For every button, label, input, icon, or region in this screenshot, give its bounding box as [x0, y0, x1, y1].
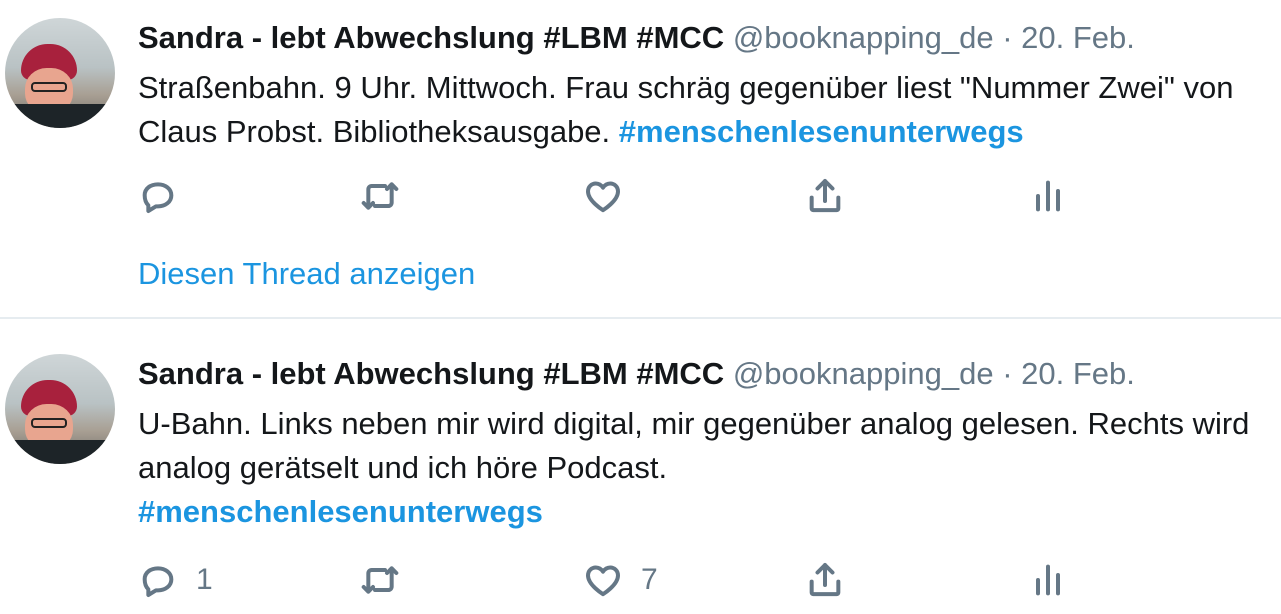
author-name[interactable]: Sandra - lebt Abwechslung #LBM #MCC [138, 20, 724, 55]
share-button[interactable] [805, 176, 845, 216]
avatar[interactable] [5, 354, 115, 464]
separator: · [1002, 20, 1013, 55]
tweet-date[interactable]: 20. Feb. [1021, 356, 1135, 391]
like-icon [586, 565, 620, 597]
tweet-text: U-Bahn. Links neben mir wird digital, mi… [138, 402, 1273, 534]
hashtag-link[interactable]: #menschenlesenunterwegs [138, 494, 543, 529]
retweet-icon [361, 566, 399, 594]
reply-count: 1 [196, 563, 213, 596]
reply-button[interactable] [138, 176, 196, 216]
like-button[interactable]: 7 [583, 560, 658, 600]
show-thread-link[interactable]: Diesen Thread anzeigen [138, 254, 475, 294]
author-handle[interactable]: @booknapping_de [733, 20, 994, 55]
like-count: 7 [641, 563, 658, 596]
author-name[interactable]: Sandra - lebt Abwechslung #LBM #MCC [138, 356, 724, 391]
like-icon [586, 181, 620, 213]
tweet-text: Straßenbahn. 9 Uhr. Mittwoch. Frau schrä… [138, 66, 1273, 154]
reply-icon [142, 182, 174, 213]
share-button[interactable] [805, 560, 845, 600]
tweet-header: Sandra - lebt Abwechslung #LBM #MCC @boo… [138, 18, 1135, 58]
avatar[interactable] [5, 18, 115, 128]
retweet-icon [361, 182, 399, 210]
tweet[interactable]: Sandra - lebt Abwechslung #LBM #MCC @boo… [0, 0, 1281, 318]
tweet[interactable]: Sandra - lebt Abwechslung #LBM #MCC @boo… [0, 320, 1281, 614]
share-icon [809, 563, 841, 597]
like-button[interactable] [583, 176, 641, 216]
analytics-button[interactable] [1028, 176, 1068, 216]
tweet-divider [0, 317, 1281, 319]
share-icon [809, 179, 841, 213]
retweet-button[interactable] [360, 176, 418, 216]
analytics-button[interactable] [1028, 560, 1068, 600]
analytics-icon [1036, 180, 1060, 212]
retweet-button[interactable] [360, 560, 418, 600]
tweet-actions [138, 176, 1138, 216]
reply-icon [142, 566, 174, 597]
analytics-icon [1036, 564, 1060, 596]
separator: · [1002, 356, 1013, 391]
reply-button[interactable]: 1 [138, 560, 213, 600]
tweet-body-text: U-Bahn. Links neben mir wird digital, mi… [138, 406, 1250, 485]
tweet-date[interactable]: 20. Feb. [1021, 20, 1135, 55]
tweet-actions: 1 7 [138, 560, 1138, 600]
author-handle[interactable]: @booknapping_de [733, 356, 994, 391]
tweet-header: Sandra - lebt Abwechslung #LBM #MCC @boo… [138, 354, 1135, 394]
hashtag-link[interactable]: #menschenlesenunterwegs [619, 114, 1024, 149]
